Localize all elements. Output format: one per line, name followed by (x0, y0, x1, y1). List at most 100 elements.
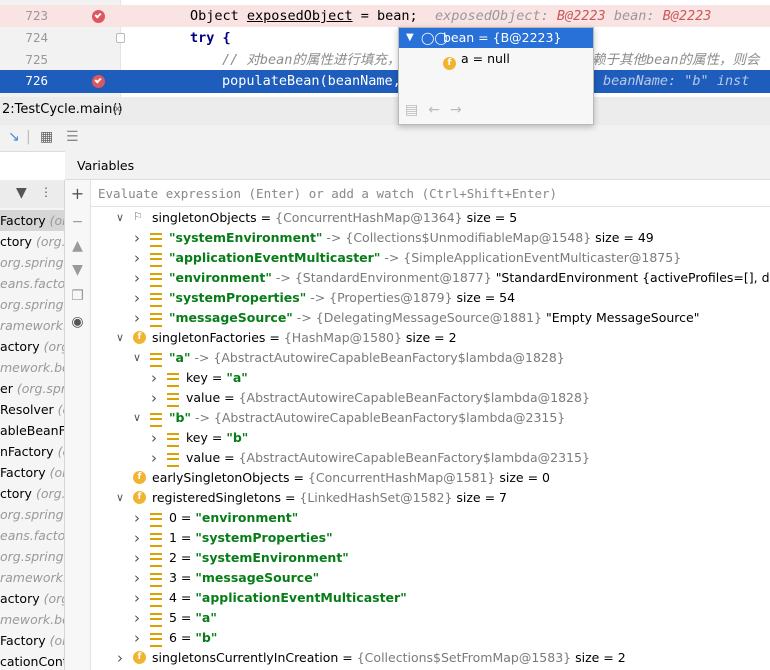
variable-row[interactable]: ∨ "a" -> {AbstractAutowireCapableBeanFact… (91, 348, 770, 368)
stack-frame-item[interactable]: org.springfr (0, 546, 64, 567)
variable-row[interactable]: › "messageSource" -> {DelegatingMessageSo… (91, 308, 770, 328)
code-line[interactable]: 723 Object exposedObject = bean; exposed… (0, 5, 770, 27)
more-icon[interactable]: ⋮ (40, 185, 52, 199)
stack-frame-item[interactable]: nFactory (or (0, 441, 64, 462)
move-up-icon[interactable]: ▲ (65, 238, 90, 254)
stack-frame-item[interactable]: Factory (org (0, 630, 64, 651)
fold-marker-icon[interactable] (116, 33, 125, 43)
eye-icon[interactable]: ◉ (65, 314, 90, 330)
expand-arrow-icon[interactable]: › (132, 248, 142, 268)
stack-frame-item[interactable]: ctory (org.s (0, 231, 64, 252)
stack-frame-item[interactable]: ramework.b (0, 567, 64, 588)
breakpoint-icon[interactable] (92, 75, 105, 88)
collapse-arrow-icon[interactable]: ∨ (132, 408, 142, 428)
expand-arrow-icon[interactable]: › (132, 268, 142, 288)
map-entry-icon (167, 373, 179, 387)
popup-header[interactable]: ▼ ◯◯ bean = {B@2223} (399, 28, 593, 48)
variable-row[interactable]: › value = {AbstractAutowireCapableBeanFac… (91, 388, 770, 408)
variable-row[interactable]: ∨ f registeredSingletons = {LinkedHashSet@… (91, 488, 770, 508)
variable-row[interactable]: › 0 = "environment" (91, 508, 770, 528)
evaluate-expression-input[interactable]: Evaluate expression (Enter) or add a wat… (91, 180, 770, 207)
variable-row[interactable]: › f singletonsCurrentlyInCreation = {Colle… (91, 648, 770, 668)
variable-row[interactable]: › 6 = "b" (91, 628, 770, 648)
collapse-arrow-icon[interactable]: ∨ (115, 328, 125, 348)
stack-frame-item[interactable]: eans.factory (0, 525, 64, 546)
expand-arrow-icon[interactable]: › (149, 368, 159, 388)
add-watch-icon[interactable]: + (65, 184, 90, 203)
collapse-arrow-icon[interactable]: ∨ (132, 348, 142, 368)
stack-frame-item[interactable]: ramework.b (0, 315, 64, 336)
forward-arrow-icon[interactable]: → (450, 102, 472, 118)
variable-row[interactable]: › "systemEnvironment" -> {Collections$Unm… (91, 228, 770, 248)
variable-row[interactable]: ∨ f singletonFactories = {HashMap@1580} si… (91, 328, 770, 348)
expand-arrow-icon[interactable]: › (132, 308, 142, 328)
expand-arrow-icon[interactable]: › (132, 568, 142, 588)
variable-row[interactable]: ∨ ⚐ singletonObjects = {ConcurrentHashMap@… (91, 208, 770, 228)
variable-row[interactable]: › key = "a" (91, 368, 770, 388)
minus-icon[interactable]: − (65, 214, 90, 230)
stack-frame-item[interactable]: org.springf (0, 252, 64, 273)
stack-frame-item[interactable]: org.springfra (0, 294, 64, 315)
value-tooltip-popup[interactable]: ▼ ◯◯ bean = {B@2223} fa = null ▤←→ (398, 27, 594, 125)
variables-tree[interactable]: ∨ ⚐ singletonObjects = {ConcurrentHashMap@… (91, 208, 770, 670)
filter-icon[interactable]: ▼ (16, 185, 27, 201)
code-editor[interactable]: 723 Object exposedObject = bean; exposed… (0, 0, 770, 97)
frames-panel[interactable]: Factory (orgctory (org.sorg.springfeans.… (0, 180, 65, 670)
expand-arrow-icon[interactable]: › (132, 548, 142, 568)
variable-row[interactable]: › value = {AbstractAutowireCapableBeanFac… (91, 448, 770, 468)
variable-row[interactable]: f earlySingletonObjects = {ConcurrentHash… (91, 468, 770, 488)
expand-arrow-icon[interactable]: › (132, 628, 142, 648)
variable-row[interactable]: › "systemProperties" -> {Properties@1879}… (91, 288, 770, 308)
layout-icon[interactable]: ☰ (66, 129, 79, 145)
code-line[interactable]: 724 try { (0, 27, 770, 49)
popup-field-row[interactable]: fa = null (443, 50, 510, 70)
stack-frame-item[interactable]: ctory (org.s (0, 483, 64, 504)
chevron-down-icon[interactable]: ▼ (406, 28, 414, 48)
collapse-arrow-icon[interactable]: ∨ (115, 488, 125, 508)
stack-frame-item[interactable]: Resolver (o (0, 399, 64, 420)
breakpoint-icon[interactable] (92, 10, 105, 23)
expand-arrow-icon[interactable]: › (132, 528, 142, 548)
code-line[interactable]: 725 // 对bean的属性进行填充， 在依赖于其他bean的属性，则会 (0, 49, 770, 71)
variable-row[interactable]: › 4 = "applicationEventMulticaster" (91, 588, 770, 608)
expand-arrow-icon[interactable]: › (132, 588, 142, 608)
back-arrow-icon[interactable]: ← (428, 102, 450, 118)
variable-row[interactable]: › "environment" -> {StandardEnvironment@1… (91, 268, 770, 288)
stack-frame-item[interactable]: mework.bea (0, 357, 64, 378)
variable-row[interactable]: ∨ "b" -> {AbstractAutowireCapableBeanFact… (91, 408, 770, 428)
stack-frame-item[interactable]: org.spring (0, 504, 64, 525)
stack-frame-item[interactable]: actory (org. (0, 588, 64, 609)
expand-arrow-icon[interactable]: › (115, 648, 125, 668)
expand-arrow-icon[interactable]: › (132, 228, 142, 248)
current-execution-line[interactable]: 726 populateBean(beanName, beanName: "b"… (0, 70, 770, 93)
expand-arrow-icon[interactable]: › (132, 608, 142, 628)
expand-arrow-icon[interactable]: › (149, 428, 159, 448)
close-tab-icon[interactable]: × (112, 102, 123, 117)
expand-arrow-icon[interactable]: › (132, 288, 142, 308)
stack-frame-item[interactable]: actory (org.s (0, 336, 64, 357)
collapse-arrow-icon[interactable]: ∨ (115, 208, 125, 228)
table-icon[interactable]: ▦ (40, 129, 53, 145)
stack-frame-item[interactable]: er (org.sprin (0, 378, 64, 399)
expand-arrow-icon[interactable]: › (149, 448, 159, 468)
variable-row[interactable]: › 3 = "messageSource" (91, 568, 770, 588)
copy-icon[interactable]: ❐ (65, 288, 90, 304)
variable-row[interactable]: › 5 = "a" (91, 608, 770, 628)
debug-session-tab[interactable]: 2:TestCycle.main() (2, 102, 123, 117)
expand-arrow-icon[interactable]: › (149, 388, 159, 408)
variable-row[interactable]: › 2 = "systemEnvironment" (91, 548, 770, 568)
expand-arrow-icon[interactable]: › (132, 508, 142, 528)
stack-frame-item[interactable]: ableBeanFac (0, 420, 64, 441)
move-down-icon[interactable]: ▼ (65, 262, 90, 278)
stack-frame-item[interactable]: eans.factory (0, 273, 64, 294)
map-entry-icon (150, 513, 162, 527)
navigate-icon[interactable]: ▤ (405, 102, 428, 118)
stack-frame-item[interactable]: Factory (or (0, 462, 64, 483)
variable-row[interactable]: › 1 = "systemProperties" (91, 528, 770, 548)
stack-frame-item[interactable]: mework.bea (0, 609, 64, 630)
variable-row[interactable]: › key = "b" (91, 428, 770, 448)
stack-frame-item[interactable]: Factory (org (0, 210, 64, 231)
variable-row[interactable]: › "applicationEventMulticaster" -> {Simpl… (91, 248, 770, 268)
stack-frame-item[interactable]: cationConte (0, 651, 64, 670)
step-arrow-icon[interactable]: ↘ (8, 129, 20, 145)
